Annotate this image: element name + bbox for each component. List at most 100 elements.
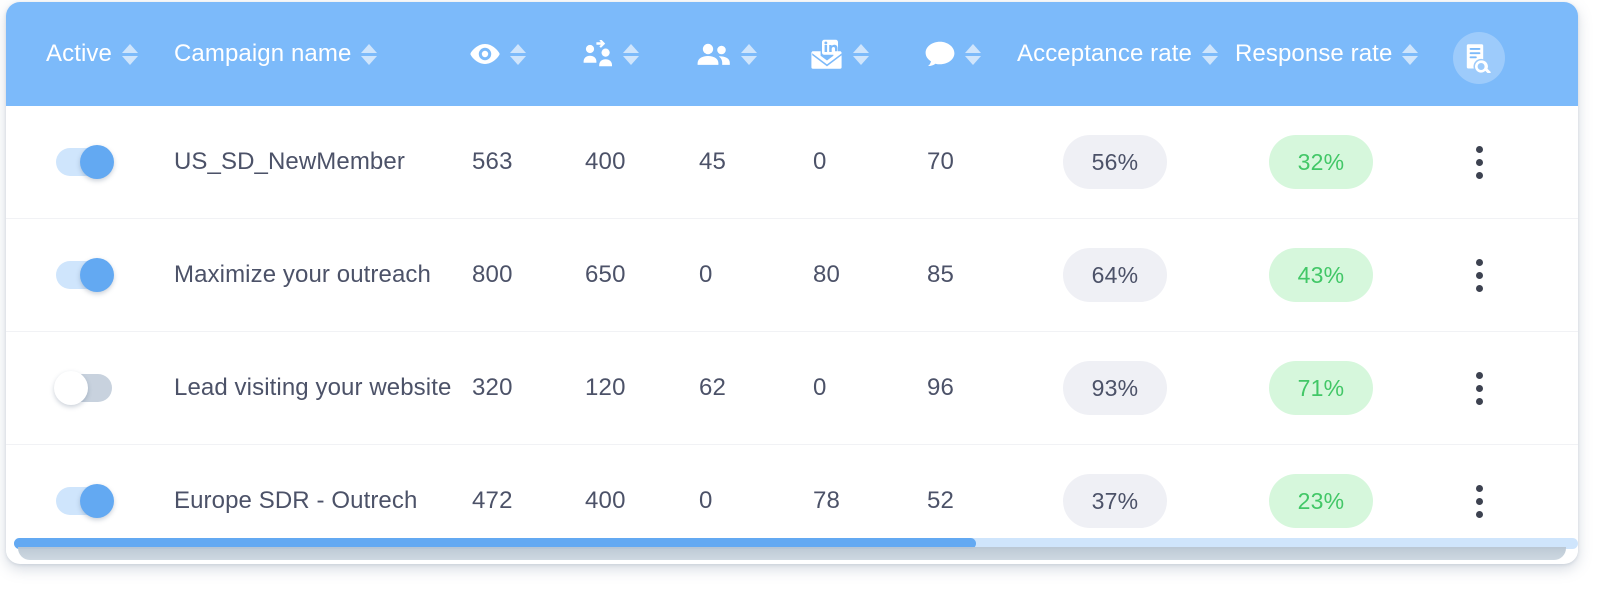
sort-ascending-arrow-icon bbox=[121, 43, 138, 53]
table-row[interactable]: Maximize your outreach 800 650 0 80 85 64% 43% bbox=[6, 219, 1578, 332]
sort-toggle-icon[interactable] bbox=[121, 43, 138, 65]
metric-value-views: 320 bbox=[472, 374, 513, 401]
table-body: US_SD_NewMember 563 400 45 0 70 56% 32% Maximiz… bbox=[6, 106, 1578, 557]
row-menu-cell bbox=[1462, 106, 1496, 218]
campaign-table-screen: Active Campaign name Acceptance rate Res… bbox=[0, 0, 1600, 589]
document-search-icon bbox=[1464, 43, 1494, 73]
sort-descending-arrow-icon bbox=[510, 55, 526, 65]
response-rate-badge: 71% bbox=[1269, 361, 1373, 415]
campaign-name-cell[interactable]: Maximize your outreach bbox=[174, 219, 431, 331]
campaign-name-text: US_SD_NewMember bbox=[174, 148, 405, 175]
toggle-knob bbox=[80, 484, 114, 518]
sort-toggle-icon[interactable] bbox=[853, 43, 869, 65]
people-icon bbox=[697, 42, 731, 66]
column-header-connections[interactable] bbox=[583, 2, 639, 106]
acceptance-rate-badge: 56% bbox=[1063, 135, 1167, 189]
sort-ascending-arrow-icon bbox=[1402, 43, 1419, 53]
metric-cell-messages: 96 bbox=[927, 332, 954, 444]
acceptance-rate-cell: 93% bbox=[1063, 332, 1167, 444]
metric-value-inmails: 80 bbox=[813, 261, 841, 288]
sort-ascending-arrow-icon bbox=[1201, 43, 1218, 53]
acceptance-rate-badge: 64% bbox=[1063, 248, 1167, 302]
linkedin-inmail-icon bbox=[811, 39, 843, 69]
sort-toggle-icon[interactable] bbox=[623, 43, 639, 65]
table-header-row: Active Campaign name Acceptance rate Res… bbox=[6, 2, 1578, 106]
report-search-button[interactable] bbox=[1453, 32, 1505, 84]
sort-descending-arrow-icon bbox=[1402, 55, 1419, 65]
kebab-menu-icon[interactable] bbox=[1462, 219, 1496, 331]
metric-value-messages: 70 bbox=[927, 148, 955, 175]
row-menu-cell bbox=[1462, 332, 1496, 444]
metric-value-connections: 650 bbox=[585, 261, 626, 288]
sort-ascending-arrow-icon bbox=[510, 43, 526, 53]
column-header-response_rate[interactable]: Response rate bbox=[1235, 2, 1419, 106]
campaign-name-cell[interactable]: US_SD_NewMember bbox=[174, 106, 405, 218]
column-header-label-acceptance_rate: Acceptance rate bbox=[1017, 40, 1192, 67]
column-header-active[interactable]: Active bbox=[46, 2, 138, 106]
table-row[interactable]: US_SD_NewMember 563 400 45 0 70 56% 32% bbox=[6, 106, 1578, 219]
metric-value-contacts: 62 bbox=[699, 374, 727, 401]
sort-descending-arrow-icon bbox=[1201, 55, 1218, 65]
metric-cell-contacts: 45 bbox=[699, 106, 726, 218]
column-header-contacts[interactable] bbox=[697, 2, 757, 106]
acceptance-rate-badge: 93% bbox=[1063, 361, 1167, 415]
sort-ascending-arrow-icon bbox=[853, 43, 869, 53]
sort-toggle-icon[interactable] bbox=[741, 43, 757, 65]
metric-value-contacts: 0 bbox=[699, 261, 713, 288]
metric-cell-connections: 400 bbox=[585, 106, 626, 218]
campaign-name-cell[interactable]: Lead visiting your website bbox=[174, 332, 451, 444]
acceptance-rate-cell: 56% bbox=[1063, 106, 1167, 218]
sort-toggle-icon[interactable] bbox=[361, 43, 378, 65]
active-toggle-switch[interactable] bbox=[54, 371, 112, 405]
sort-ascending-arrow-icon bbox=[965, 43, 981, 53]
metric-value-views: 563 bbox=[472, 148, 513, 175]
chat-bubble-icon bbox=[925, 41, 955, 67]
acceptance-rate-cell: 64% bbox=[1063, 219, 1167, 331]
kebab-menu-icon[interactable] bbox=[1462, 332, 1496, 444]
sort-ascending-arrow-icon bbox=[741, 43, 757, 53]
active-toggle-switch[interactable] bbox=[56, 484, 114, 518]
column-header-campaign_name[interactable]: Campaign name bbox=[174, 2, 378, 106]
response-rate-cell: 43% bbox=[1269, 219, 1373, 331]
metric-value-inmails: 0 bbox=[813, 374, 827, 401]
metric-value-inmails: 0 bbox=[813, 148, 827, 175]
metric-cell-contacts: 62 bbox=[699, 332, 726, 444]
metric-cell-views: 800 bbox=[472, 219, 513, 331]
response-rate-badge: 43% bbox=[1269, 248, 1373, 302]
sort-descending-arrow-icon bbox=[361, 55, 378, 65]
sort-toggle-icon[interactable] bbox=[965, 43, 981, 65]
metric-cell-inmails: 0 bbox=[813, 106, 827, 218]
sort-toggle-icon[interactable] bbox=[510, 43, 526, 65]
campaign-name-text: Maximize your outreach bbox=[174, 261, 431, 288]
active-toggle-switch[interactable] bbox=[56, 145, 114, 179]
campaign-name-text: Europe SDR - Outrech bbox=[174, 487, 418, 514]
metric-cell-messages: 85 bbox=[927, 219, 954, 331]
column-header-label-active: Active bbox=[46, 40, 112, 67]
active-toggle-switch[interactable] bbox=[56, 258, 114, 292]
toggle-knob bbox=[80, 258, 114, 292]
eye-icon bbox=[470, 43, 500, 65]
toggle-knob bbox=[54, 371, 88, 405]
toggle-knob bbox=[80, 145, 114, 179]
column-header-inmails[interactable] bbox=[811, 2, 869, 106]
metric-value-messages: 96 bbox=[927, 374, 955, 401]
metric-cell-views: 563 bbox=[472, 106, 513, 218]
table-row[interactable]: Lead visiting your website 320 120 62 0 96 93%… bbox=[6, 332, 1578, 445]
active-toggle-cell bbox=[54, 332, 112, 444]
column-header-label-campaign_name: Campaign name bbox=[174, 40, 352, 67]
metric-cell-inmails: 80 bbox=[813, 219, 840, 331]
metric-cell-connections: 650 bbox=[585, 219, 626, 331]
column-header-acceptance_rate[interactable]: Acceptance rate bbox=[1017, 2, 1218, 106]
column-header-views[interactable] bbox=[470, 2, 526, 106]
metric-value-contacts: 0 bbox=[699, 487, 713, 514]
column-header-label-response_rate: Response rate bbox=[1235, 40, 1393, 67]
sort-toggle-icon[interactable] bbox=[1201, 43, 1218, 65]
kebab-menu-icon[interactable] bbox=[1462, 106, 1496, 218]
metric-value-contacts: 45 bbox=[699, 148, 727, 175]
metric-cell-contacts: 0 bbox=[699, 219, 713, 331]
metric-value-inmails: 78 bbox=[813, 487, 841, 514]
column-header-messages[interactable] bbox=[925, 2, 981, 106]
response-rate-badge: 32% bbox=[1269, 135, 1373, 189]
sort-toggle-icon[interactable] bbox=[1402, 43, 1419, 65]
sort-descending-arrow-icon bbox=[853, 55, 869, 65]
